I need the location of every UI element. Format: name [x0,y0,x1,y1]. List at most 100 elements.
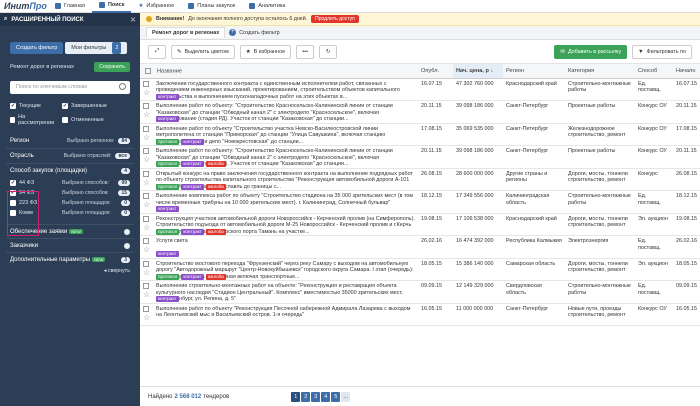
close-icon[interactable]: ✕ [130,16,136,24]
row-checkbox[interactable] [143,148,149,154]
toolbar: ⤢ ✎ Выделить цветом ★ В избранное ••• ↻ ✉ Д… [140,40,700,64]
col-method[interactable]: Способ [635,64,673,79]
start-cell: 18.12.15 [673,190,700,214]
add-to-mailing-button[interactable]: ✉ Добавить в рассылку [554,44,628,59]
name-cell: ☆ Выполнение комплекса работ по объекту … [140,190,418,214]
table-row[interactable]: ☆ Выполнение комплекса работ по объекту … [140,190,700,214]
table-row[interactable]: ☆ Заключении государственного контракта … [140,78,700,101]
start-cell: 26.08.15 [673,168,700,191]
nav-home[interactable]: Главная [48,0,92,13]
filter-tabs: Ремонт дорог в регионах + Создать фильтр [140,26,700,40]
completed-checkbox[interactable]: ✓ Завершенные [62,103,108,109]
nav-plans[interactable]: Планы закупок [181,0,242,13]
expand-button[interactable]: ⤢ [148,44,166,59]
page-5[interactable]: 5 [331,391,341,402]
row-checkbox[interactable] [143,238,149,244]
add-filter-tab[interactable]: + Создать фильтр [229,29,280,36]
table-row[interactable]: ☆ Выполнение работ по объекту "Реконстру… [140,303,700,326]
tab-road-repair[interactable]: Ремонт дорог в регионах [146,27,226,38]
star-icon[interactable]: ☆ [143,223,150,232]
top-bar: ИнитПро Главная Поиск ★ Избранное Планы з… [0,0,700,13]
name-cell: ☆ Выполнение работ по объекту: "Строител… [140,145,418,169]
table-row[interactable]: ☆ Реконструкция участков автомобильной д… [140,213,700,236]
star-icon[interactable]: ☆ [143,155,150,164]
star-icon[interactable]: ☆ [143,200,150,209]
page-more[interactable]: ... [341,391,351,402]
row-checkbox[interactable] [143,125,149,132]
add-favorite-button[interactable]: ★ В избранное [239,44,292,59]
page-2[interactable]: 2 [301,391,311,402]
star-icon[interactable]: ☆ [143,178,150,187]
method-cell: Конкурс ОУ [635,100,673,124]
region-cell: Санкт-Петербург [503,100,565,124]
col-region[interactable]: Регион [503,64,565,79]
table-row[interactable]: ☆ Выполнение работ по объекту: "Строител… [140,100,700,124]
category-cell: Дороги, мосты, тоннели строительство, ре… [565,213,635,236]
footer: Найдено 2 568 012 тендеров 1 2 3 4 5 ... [140,386,700,406]
category-cell: Железнодорожное строительство, ремонт [565,123,635,146]
row-checkbox[interactable] [143,193,149,199]
logo[interactable]: ИнитПро [0,0,48,13]
star-icon[interactable]: ☆ [143,245,150,254]
row-checkbox[interactable] [143,215,149,222]
branch-row[interactable]: Отрасль Выбрано отраслей: все [0,149,140,163]
collapse-link[interactable]: ◂ свернуть [0,268,140,274]
tender-name[interactable]: Выполнение работ по объекту "Реконструкц… [156,306,415,325]
star-icon[interactable]: ☆ [143,290,150,299]
advanced-search-sidebar: ⌕ РАСШИРЕННЫЙ ПОИСК ✕ Создать фильтр Мои… [0,13,140,406]
row-checkbox[interactable] [143,103,149,109]
row-checkbox[interactable] [143,260,149,267]
method-cell: Эл. аукцион [635,258,673,281]
filter-name: Ремонт дорог в регионах [10,64,74,70]
row-checkbox[interactable] [143,80,149,87]
tag-purple: контракт [181,161,204,167]
name-cell: ☆ Реконструкция участков автомобильной д… [140,213,418,236]
create-filter-tab[interactable]: Создать фильтр [10,42,64,54]
star-icon[interactable]: ☆ [143,268,150,277]
row-checkbox[interactable] [143,283,149,289]
published-cell: 17.08.15 [418,123,453,146]
filter-by-button[interactable]: ▼ Фильтровать по [632,44,692,59]
procurement-method-row[interactable]: Способ закупок (площадки) 4 [0,164,140,178]
select-all-checkbox[interactable] [145,67,151,74]
star-icon[interactable]: ☆ [143,88,150,97]
nav-search[interactable]: Поиск [91,0,132,13]
page-1[interactable]: 1 [291,391,301,402]
extra-params-row[interactable]: Дополнительные параметры NEW 3 [0,253,140,266]
more-button[interactable]: ••• [296,44,315,59]
col-start[interactable]: Начало [673,64,700,79]
col-published[interactable]: Опубл. [418,64,453,79]
my-filters-tab[interactable]: Мои фильтры 2 [65,42,128,54]
tag-purple: контракт [156,251,179,257]
col-category[interactable]: Категория [565,64,635,79]
table-row[interactable]: ☆ Выполнение работ по объекту: "Строител… [140,145,700,169]
table-row[interactable]: ☆ Услуги света контракт 26.02.16 16 474 … [140,235,700,259]
star-icon[interactable]: ☆ [143,110,150,119]
region-row[interactable]: Регион Выбрано регионов: 84 [0,134,140,148]
refresh-button[interactable]: ↻ [319,44,338,59]
highlight-color-button[interactable]: ✎ Выделить цветом [171,44,235,59]
row-checkbox[interactable] [143,170,149,177]
extend-access-button[interactable]: Продлить доступ [311,15,359,23]
page-3[interactable]: 3 [311,391,321,402]
star-icon[interactable]: ☆ [143,133,150,142]
table-row[interactable]: ☆ Выполнение строительно-монтажных работ… [140,280,700,304]
page-4[interactable]: 4 [321,391,331,402]
table-row[interactable]: ☆ Открытый конкурс на право заключения г… [140,168,700,191]
row-checkbox[interactable] [143,305,149,312]
keyword-search-input[interactable]: Поиск по ключевым словам [10,81,130,94]
proc-44fz[interactable]: ✓ 44 ФЗ Выбрано способов: 99 [0,178,140,188]
under-review-checkbox[interactable]: На рассмотрении [10,114,56,126]
table-row[interactable]: ☆ Строительство мостового перехода "Фрун… [140,258,700,281]
star-icon[interactable]: ☆ [143,313,150,322]
table-row[interactable]: ☆ Выполнение работ по объекту "Строитель… [140,123,700,146]
customers-row[interactable]: Заказчики [0,239,140,252]
cancelled-checkbox[interactable]: Отмененные [62,114,108,126]
col-price[interactable]: Нач. цена, р ↓ [453,64,503,79]
nav-analytics[interactable]: Аналитика [242,0,292,13]
current-checkbox[interactable]: ✓ Текущие [10,103,56,109]
col-name[interactable]: Название [140,64,418,79]
highlight-frame [7,191,39,236]
nav-favorites[interactable]: ★ Избранное [131,0,181,13]
save-button[interactable]: Сохранить [94,62,130,72]
